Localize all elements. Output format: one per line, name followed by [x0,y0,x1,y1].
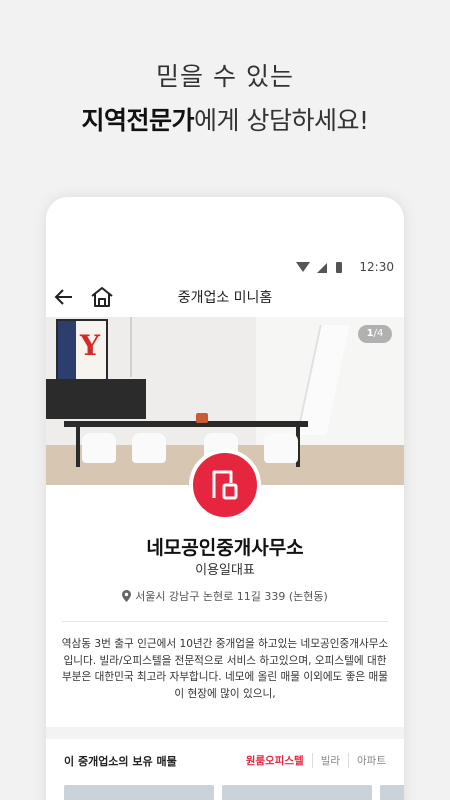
status-time: 12:30 [359,260,394,274]
listings-label: 이 중개업소의 보유 매물 [64,755,177,768]
listing-thumbnail[interactable] [380,785,404,800]
tab-apartment[interactable]: 아파트 [348,753,394,768]
listing-thumbnail[interactable] [64,785,214,800]
headline-line1: 믿을 수 있는 [156,62,294,91]
photo-chair [264,433,298,463]
promo-headline: 믿을 수 있는 지역전문가에게 상담하세요! [0,60,450,140]
office-logo [189,449,261,521]
office-name: 네모공인중개사무소 [146,537,304,559]
address-text: 서울시 강남구 논현로 11길 339 (논현동) [135,590,328,603]
location-pin-icon [122,590,132,602]
listing-thumbnails [64,785,404,800]
headline-line2: 지역전문가에게 상담하세요! [0,102,450,140]
phone-frame: 12:30 중개업소 미니홈 Y 1/4 네모공인중개사무소 이용일대표 서울시… [46,197,404,800]
photo-table [64,421,308,427]
photo-table-leg [76,427,80,467]
tab-villa[interactable]: 빌라 [311,753,348,768]
photo-shelf [46,379,146,419]
listing-tabs: 원룸오피스텔 빌라 아파트 [238,753,394,768]
photo-plant [196,413,208,423]
listings-header: 이 중개업소의 보유 매물 원룸오피스텔 빌라 아파트 [46,745,404,775]
headline-highlight: 지역전문가 [81,106,195,135]
app-bar: 중개업소 미니홈 [46,281,404,317]
listing-thumbnail[interactable] [222,785,372,800]
status-icons [296,262,348,274]
battery-icon [336,262,342,273]
building-icon [212,470,238,500]
wifi-icon [296,262,310,272]
photo-poster: Y [56,319,108,383]
signal-icon [317,263,327,273]
headline-rest: 에게 상담하세요! [194,106,369,135]
photo-lamp [130,317,132,377]
photo-chair [82,433,116,463]
photo-chair [132,433,166,463]
representative-name: 이용일대표 [195,563,255,578]
tab-oneroom-officetel[interactable]: 원룸오피스텔 [238,753,312,768]
divider [62,621,388,622]
status-bar: 12:30 [46,257,404,279]
office-address: 서울시 강남구 논현로 11길 339 (논현동) [46,588,404,604]
section-separator [46,727,404,739]
page-title: 중개업소 미니홈 [177,290,273,306]
photo-counter: 1/4 [358,325,392,343]
office-description: 역삼동 3번 출구 인근에서 10년간 중개업을 하고있는 네모공인중개사무소입… [61,638,389,700]
